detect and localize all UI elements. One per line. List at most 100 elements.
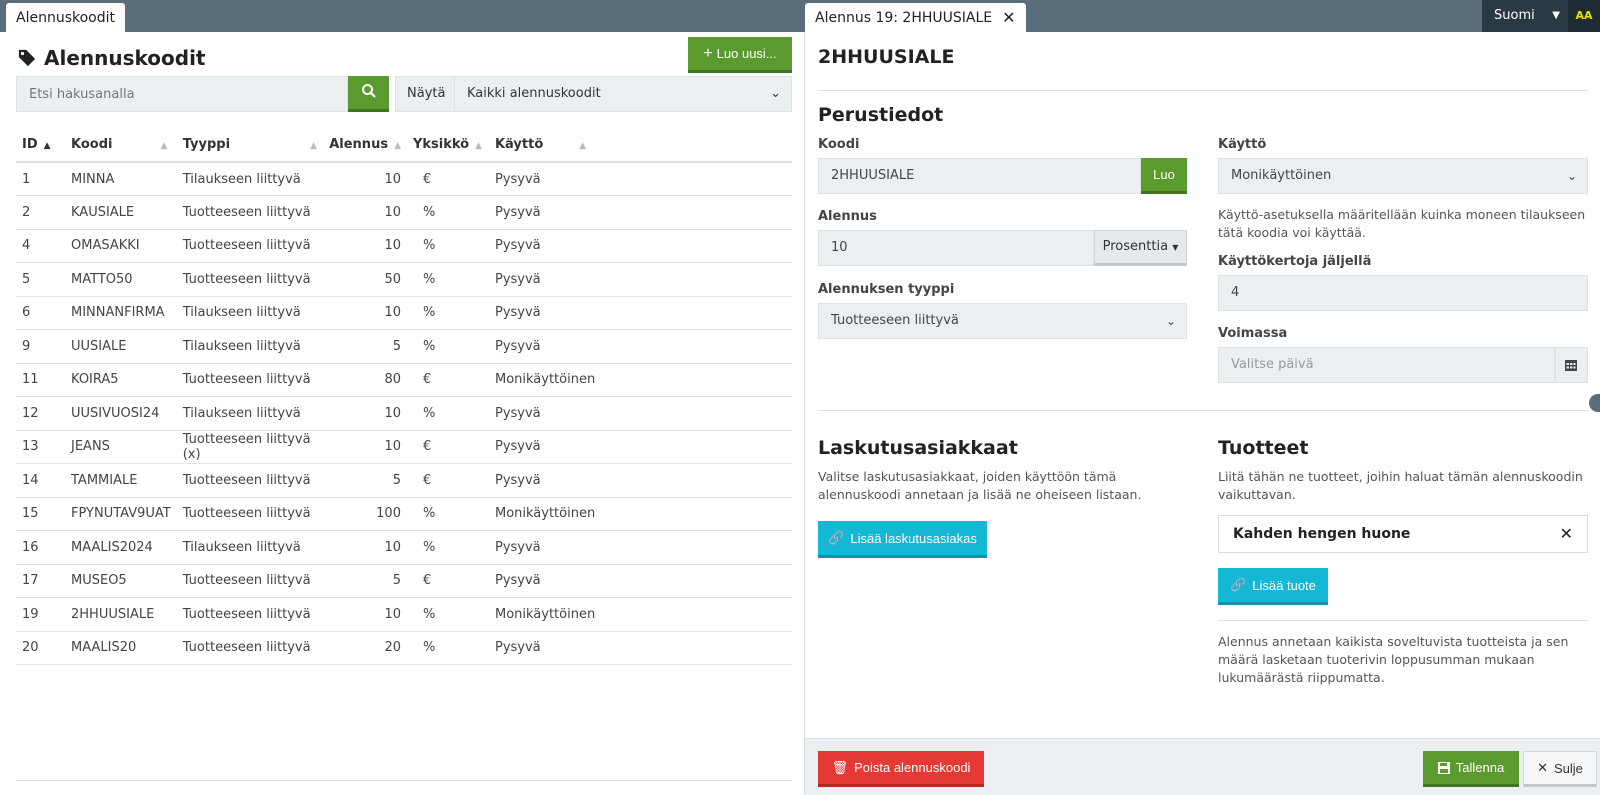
caret-down-icon: ▼ [1172, 243, 1179, 252]
cell-discount: 100 [322, 497, 407, 531]
cell-code: MUSEO5 [65, 564, 177, 598]
search-input[interactable] [16, 76, 348, 112]
cell-id: 9 [16, 329, 65, 364]
table-row[interactable]: 19 2HHUUSIALE Tuotteeseen liittyvä 10% Monik… [16, 597, 792, 632]
table-row[interactable]: 5 MATTO50 Tuotteeseen liittyvä 50% Pysyvä [16, 262, 792, 297]
add-product-label: Lisää tuote [1252, 577, 1316, 593]
language-selector[interactable]: Suomi ▼ [1482, 0, 1568, 32]
divider [1218, 620, 1588, 621]
cell-discount: 10 [322, 530, 407, 565]
cell-unit: % [406, 530, 489, 565]
product-list-item: Kahden hengen huone ✕ [1218, 515, 1588, 553]
cell-type: Tuotteeseen liittyvä [176, 564, 323, 598]
tag-icon [18, 49, 36, 67]
cell-discount: 10 [322, 396, 407, 431]
add-customer-button[interactable]: 🔗 Lisää laskutusasiakas [818, 521, 987, 558]
cell-usage: Pysyvä [488, 229, 792, 263]
cell-discount: 50 [322, 262, 407, 297]
table-row[interactable]: 12 UUSIVUOSI24 Tilaukseen liittyvä 10% Pysyv… [16, 396, 792, 431]
page-title: Alennuskoodit [18, 46, 206, 70]
add-product-button[interactable]: 🔗 Lisää tuote [1218, 568, 1328, 605]
page-title-text: Alennuskoodit [44, 46, 206, 70]
table-row[interactable]: 4 OMASAKKI Tuotteeseen liittyvä 10% Pysyvä [16, 229, 792, 263]
table-row[interactable]: 17 MUSEO5 Tuotteeseen liittyvä 5 € Pysyvä [16, 564, 792, 598]
accessibility-icon[interactable]: AA [1568, 0, 1600, 32]
usage-help-text: Käyttö-asetuksella määritellään kuinka m… [1218, 207, 1586, 240]
table-row[interactable]: 14 TAMMIALE Tuotteeseen liittyvä 5 € Pysyvä [16, 463, 792, 498]
table-row[interactable]: 20 MAALIS20 Tuotteeseen liittyvä 20% Pysyvä [16, 631, 792, 665]
cell-type: Tuotteeseen liittyvä [176, 497, 323, 531]
cell-type: Tilaukseen liittyvä [176, 530, 323, 565]
table-row[interactable]: 15 FPYNUTAV9UAT Tuotteeseen liittyvä 100% Mo… [16, 497, 792, 531]
table-row[interactable]: 9 UUSIALE Tilaukseen liittyvä 5% Pysyvä [16, 329, 792, 364]
table-row[interactable]: 13 JEANS Tuotteeseen liittyvä (x) 10 € Pysyvä [16, 430, 792, 464]
chevron-down-icon: ⌄ [770, 86, 781, 101]
remaining-input[interactable]: 4 [1218, 275, 1588, 311]
delete-label: Poista alennuskoodi [854, 760, 971, 775]
chevron-down-icon: ⌄ [1165, 314, 1176, 328]
column-id[interactable]: ID ▲ [16, 128, 65, 163]
language-label: Suomi [1494, 8, 1535, 23]
cell-code: KAUSIALE [65, 195, 177, 230]
save-label: Tallenna [1455, 760, 1505, 775]
column-discount[interactable]: Alennus ▲ [322, 128, 407, 163]
save-button[interactable]: Tallenna [1423, 751, 1519, 787]
show-filter-select[interactable]: Kaikki alennuskoodit ⌄ [454, 76, 792, 112]
chevron-down-icon: ⌄ [1566, 169, 1577, 183]
discount-label: Alennus [818, 209, 877, 224]
column-unit[interactable]: Yksikkö ▲ [406, 128, 489, 163]
cell-unit: € [406, 430, 489, 464]
panel-collapse-handle[interactable] [1589, 394, 1600, 412]
type-select[interactable]: Tuotteeseen liittyvä ⌄ [818, 303, 1187, 339]
cell-usage: Monikäyttöinen [488, 363, 792, 397]
table-row[interactable]: 1 MINNA Tilaukseen liittyvä 10 € Pysyvä [16, 162, 792, 196]
show-filter-value: Kaikki alennuskoodit [467, 86, 601, 101]
cell-id: 11 [16, 363, 65, 397]
usage-select[interactable]: Monikäyttöinen ⌄ [1218, 158, 1588, 194]
table-row[interactable]: 2 KAUSIALE Tuotteeseen liittyvä 10% Pysyvä [16, 195, 792, 230]
unit-dropdown-button[interactable]: Prosenttia ▼ [1094, 230, 1187, 266]
calendar-button[interactable] [1555, 347, 1588, 383]
search-icon [361, 84, 376, 98]
cell-discount: 10 [322, 597, 407, 632]
save-icon [1437, 761, 1450, 774]
tab-discount-codes[interactable]: Alennuskoodit [6, 3, 125, 33]
table-row[interactable]: 11 KOIRA5 Tuotteeseen liittyvä 80 € Monikäytt… [16, 363, 792, 397]
remove-icon[interactable]: ✕ [1560, 516, 1573, 552]
valid-date-input[interactable]: Valitse päivä [1218, 347, 1555, 383]
cell-unit: % [406, 631, 489, 665]
table-bottom-divider [16, 780, 792, 781]
remaining-value: 4 [1231, 285, 1240, 300]
code-input[interactable]: 2HHUUSIALE [818, 158, 1141, 194]
cell-code: MINNANFIRMA [65, 296, 177, 330]
generate-code-button[interactable]: Luo [1141, 158, 1187, 194]
divider [818, 410, 1588, 411]
cell-usage: Monikäyttöinen [488, 497, 792, 531]
close-label: Sulje [1553, 760, 1583, 776]
table-row[interactable]: 16 MAALIS2024 Tilaukseen liittyvä 10% Pysyvä [16, 530, 792, 565]
close-icon: ✕ [1537, 760, 1548, 775]
sort-icon: ▲ [394, 141, 401, 151]
link-icon: 🔗 [828, 530, 845, 545]
usage-label: Käyttö [1218, 137, 1267, 152]
tab-discount-detail[interactable]: Alennus 19: 2HHUUSIALE ✕ [805, 3, 1026, 33]
discount-input[interactable]: 10 [818, 230, 1094, 266]
discount-value: 10 [831, 240, 848, 255]
cell-usage: Pysyvä [488, 296, 792, 330]
delete-discount-button[interactable]: 🗑 Poista alennuskoodi [818, 751, 984, 787]
cell-discount: 10 [322, 296, 407, 330]
search-button[interactable] [348, 76, 389, 112]
close-button[interactable]: ✕ Sulje [1523, 751, 1597, 787]
detail-title: 2HHUUSIALE [818, 46, 955, 68]
column-code[interactable]: Koodi ▲ [65, 128, 177, 163]
cell-code: MAALIS2024 [65, 530, 177, 565]
cell-type: Tuotteeseen liittyvä (x) [176, 430, 323, 464]
table-row[interactable]: 6 MINNANFIRMA Tilaukseen liittyvä 10% Pysyvä [16, 296, 792, 330]
cell-usage: Pysyvä [488, 530, 792, 565]
new-discount-button[interactable]: + Luo uusi... [688, 37, 792, 73]
close-icon[interactable]: ✕ [1002, 3, 1015, 33]
cell-code: TAMMIALE [65, 463, 177, 498]
column-usage[interactable]: Käyttö ▲ [488, 128, 792, 163]
column-type[interactable]: Tyyppi ▲ [176, 128, 323, 163]
remaining-label: Käyttökertoja jäljellä [1218, 254, 1372, 269]
